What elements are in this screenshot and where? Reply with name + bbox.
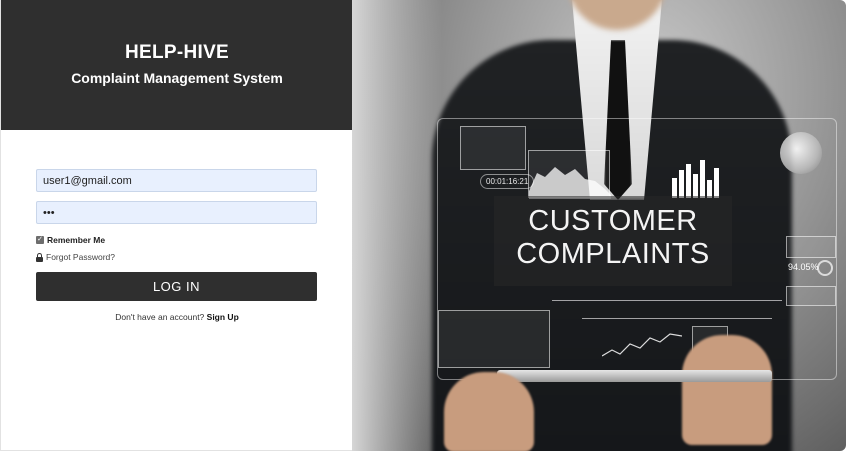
hologram-widget <box>786 236 836 258</box>
remember-me-checkbox[interactable]: ✓ Remember Me <box>36 235 105 245</box>
hologram-divider <box>552 300 782 301</box>
app-subtitle: Complaint Management System <box>71 70 283 86</box>
hero-title: CUSTOMER COMPLAINTS <box>494 205 732 271</box>
bar <box>672 178 677 198</box>
bar <box>700 160 705 198</box>
login-button[interactable]: LOG IN <box>36 272 317 301</box>
signup-prompt-text: Don't have an account? <box>115 312 205 322</box>
tablet-device <box>497 370 772 382</box>
globe-icon <box>780 132 822 174</box>
hologram-text-panel <box>438 310 550 368</box>
forgot-password-link[interactable]: Forgot Password? <box>36 252 115 262</box>
hologram-timer: 00:01:16:21 <box>480 174 535 189</box>
area-chart-graphic <box>529 167 611 199</box>
email-field[interactable] <box>36 169 317 192</box>
hologram-area-chart <box>528 150 611 199</box>
left-hand <box>444 372 534 451</box>
signup-link[interactable]: Sign Up <box>207 312 239 322</box>
forgot-password-label[interactable]: Forgot Password? <box>46 252 115 262</box>
hologram-widget <box>786 286 836 306</box>
password-field[interactable] <box>36 201 317 224</box>
checkbox-checked-icon[interactable]: ✓ <box>36 236 44 244</box>
bar <box>693 174 698 198</box>
bar <box>686 164 691 198</box>
hero-background <box>352 0 442 451</box>
hologram-text-panel <box>460 126 526 170</box>
hologram-percent: 94.05% <box>788 262 819 272</box>
hologram-divider <box>582 318 772 319</box>
hero-image: 00:01:16:21 CUSTOMER COMPLAINTS 94.05% <box>352 0 846 451</box>
hero-title-line2: COMPLAINTS <box>516 238 710 270</box>
hero-title-line1: CUSTOMER <box>528 205 698 237</box>
bar <box>714 168 719 198</box>
remember-me-label: Remember Me <box>47 235 106 245</box>
signup-prompt: Don't have an account? Sign Up <box>1 312 353 322</box>
lock-icon <box>36 253 43 262</box>
hologram-line-chart <box>602 333 682 357</box>
right-hand <box>682 335 772 445</box>
bar <box>679 170 684 198</box>
app-header: HELP-HIVE Complaint Management System <box>1 0 353 130</box>
brand-title: HELP-HIVE <box>124 42 230 63</box>
hologram-bar-chart <box>672 160 722 198</box>
progress-ring-icon <box>817 260 833 276</box>
login-panel: HELP-HIVE Complaint Management System ✓ … <box>0 0 353 451</box>
